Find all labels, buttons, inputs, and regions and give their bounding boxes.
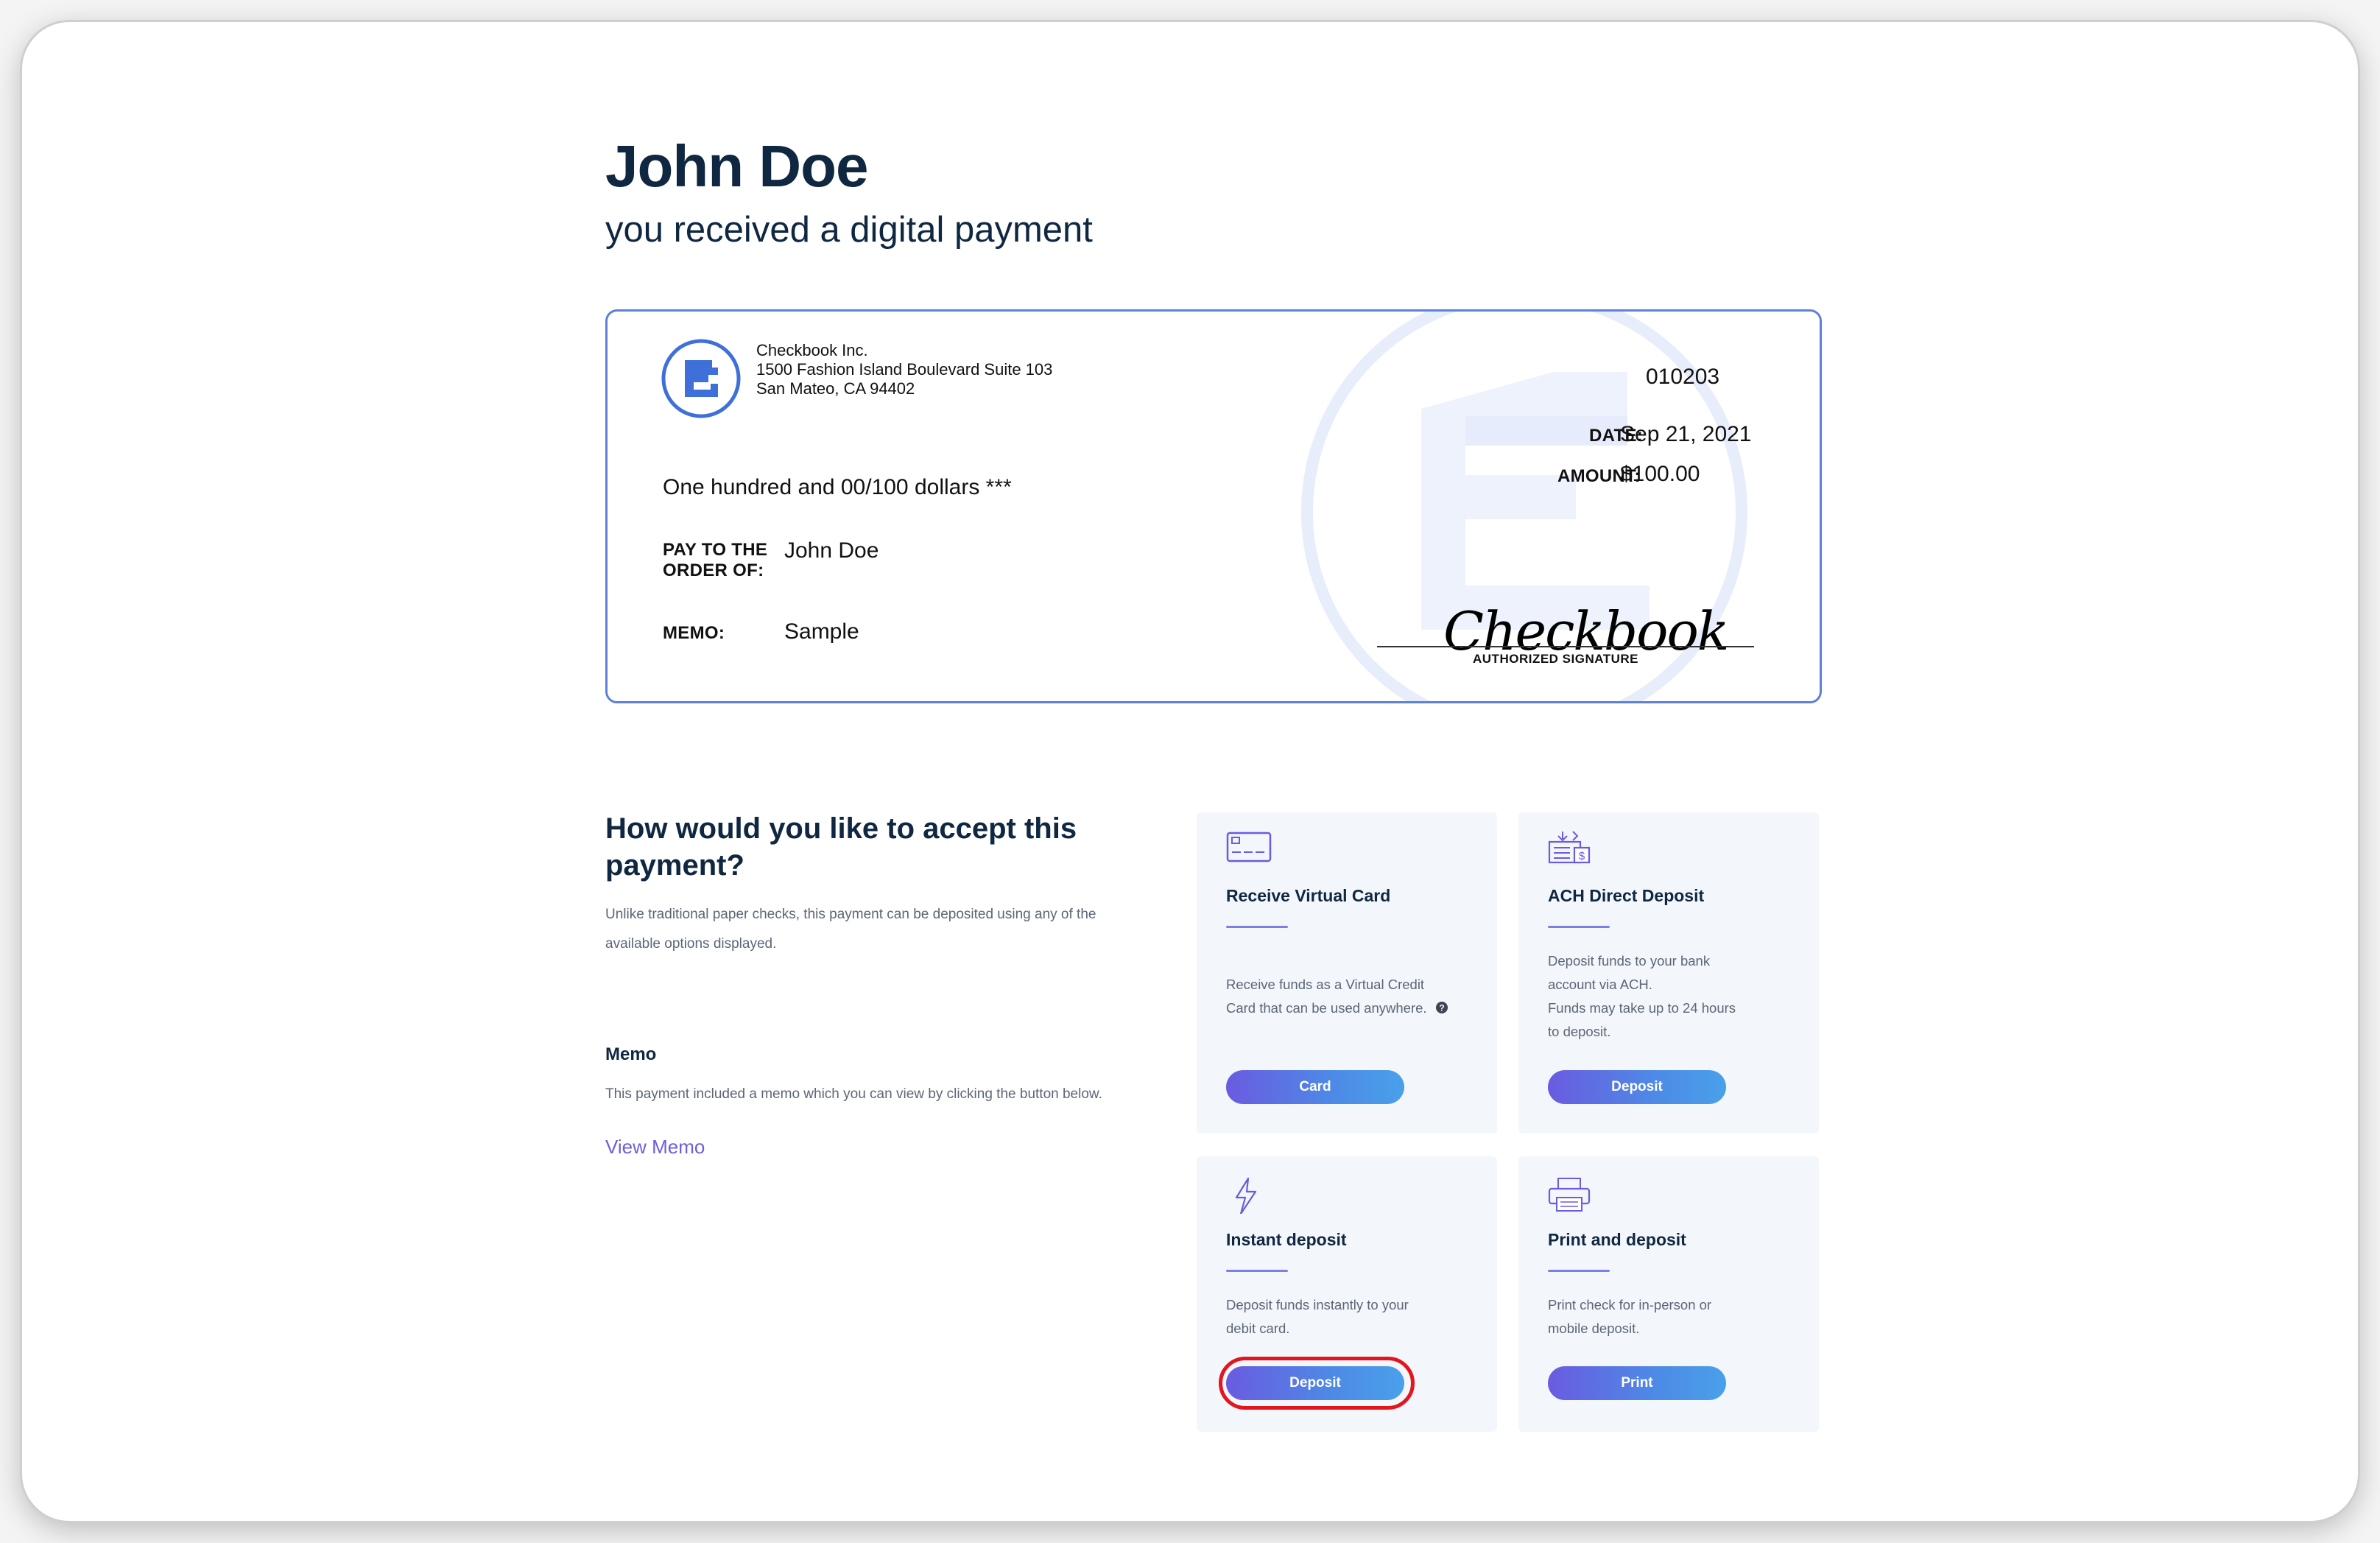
memo-description: This payment included a memo which you c… (605, 1086, 1102, 1102)
title-underline (1226, 926, 1288, 928)
option-title: Print and deposit (1548, 1230, 1686, 1249)
company-address: Checkbook Inc. 1500 Fashion Island Boule… (756, 341, 1052, 398)
company-address-line2: San Mateo, CA 94402 (756, 379, 915, 398)
credit-card-icon (1226, 832, 1272, 862)
memo-label: MEMO: (663, 623, 725, 643)
check-date: Sep 21, 2021 (1620, 422, 1752, 446)
option-card-ach: $ ACH Direct Deposit Deposit funds to yo… (1518, 812, 1819, 1133)
view-memo-link[interactable]: View Memo (605, 1136, 705, 1159)
option-description: Receive funds as a Virtual Credit Card t… (1226, 973, 1476, 1020)
pay-to-label: PAY TO THE ORDER OF: (663, 540, 768, 580)
option-card-instant-deposit: Instant deposit Deposit funds instantly … (1197, 1156, 1497, 1432)
printer-icon (1548, 1178, 1591, 1212)
check-number: 010203 (1646, 365, 1720, 389)
pay-to-name: John Doe (784, 538, 879, 563)
page-title: John Doe (605, 133, 868, 199)
bank-deposit-icon: $ (1548, 831, 1591, 864)
print-button[interactable]: Print (1548, 1366, 1726, 1400)
page-content: John Doe you received a digital payment … (582, 22, 1822, 1521)
company-address-line1: 1500 Fashion Island Boulevard Suite 103 (756, 360, 1053, 379)
option-card-virtual-card: Receive Virtual Card Receive funds as a … (1197, 812, 1497, 1133)
accept-heading: How would you like to accept this paymen… (605, 812, 1077, 882)
signature-line (1377, 646, 1754, 647)
company-name: Checkbook Inc. (756, 341, 868, 359)
memo-heading: Memo (605, 1044, 657, 1064)
svg-text:$: $ (1579, 850, 1585, 862)
check-amount: $100.00 (1620, 462, 1700, 486)
amount-in-words: One hundred and 00/100 dollars *** (663, 475, 1012, 499)
option-title: ACH Direct Deposit (1548, 886, 1705, 905)
option-description: Deposit funds to your bank account via A… (1548, 953, 1736, 1039)
ach-deposit-button[interactable]: Deposit (1548, 1070, 1726, 1104)
card-button[interactable]: Card (1226, 1070, 1404, 1104)
checkbook-logo-icon (661, 339, 741, 418)
signature-label: AUTHORIZED SIGNATURE (1473, 652, 1639, 666)
question-circle-icon[interactable]: ? (1435, 1001, 1448, 1014)
option-card-print: Print and deposit Print check for in-per… (1518, 1156, 1819, 1432)
title-underline (1548, 926, 1610, 928)
lightning-bolt-icon (1235, 1177, 1257, 1214)
svg-text:?: ? (1439, 1003, 1444, 1013)
option-title: Instant deposit (1226, 1230, 1347, 1249)
option-description: Deposit funds instantly to your debit ca… (1226, 1297, 1409, 1336)
title-underline (1548, 1270, 1610, 1272)
page-subtitle: you received a digital payment (605, 210, 1093, 250)
option-description: Print check for in-person or mobile depo… (1548, 1297, 1712, 1336)
accept-description-line2: available options displayed. (605, 936, 777, 952)
option-title: Receive Virtual Card (1226, 886, 1391, 905)
highlight-ring (1219, 1357, 1415, 1410)
digital-check: Checkbook Inc. 1500 Fashion Island Boule… (605, 309, 1822, 703)
accept-description-line1: Unlike traditional paper checks, this pa… (605, 907, 1096, 922)
browser-frame: John Doe you received a digital payment … (22, 22, 2358, 1521)
memo-value: Sample (784, 619, 859, 644)
title-underline (1226, 1270, 1288, 1272)
